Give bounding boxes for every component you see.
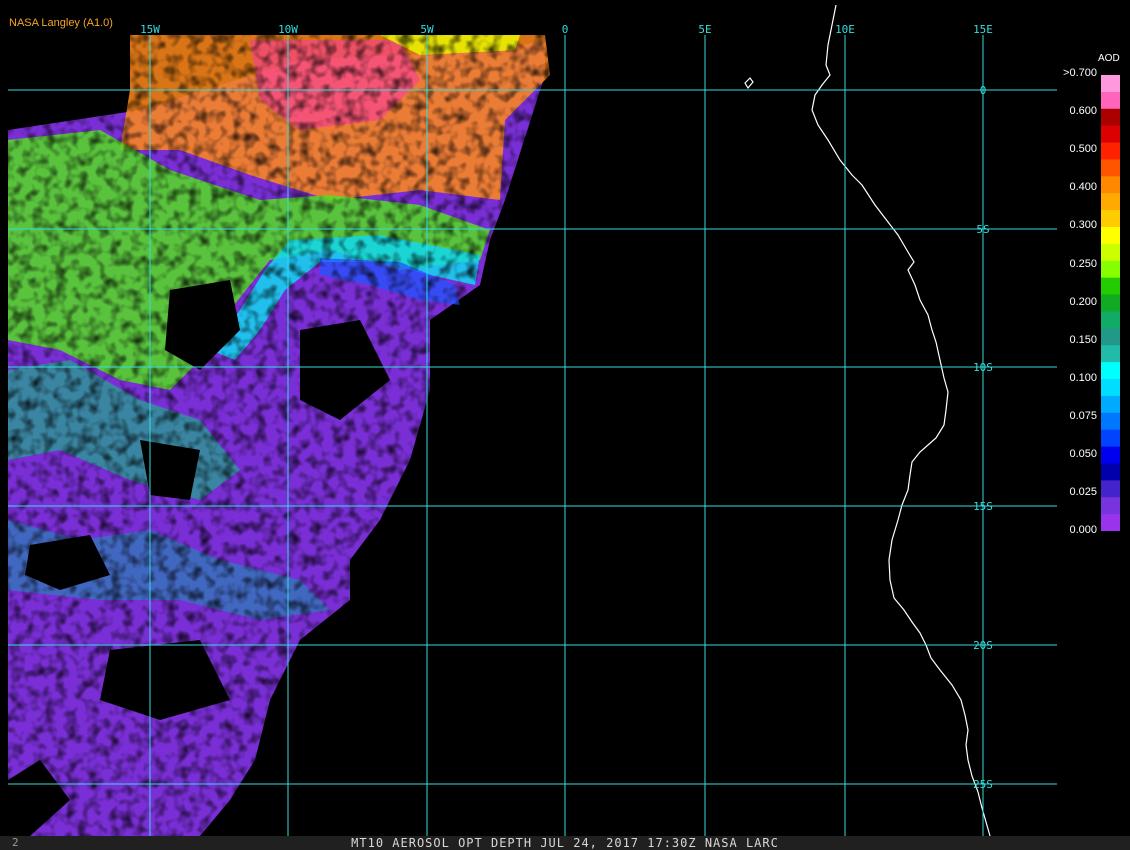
colorbar-swatch [1101,91,1120,110]
colorbar-tick-label: 0.000 [1069,524,1097,537]
lon-label: 5E [698,23,711,36]
lat-label: 0 [980,84,987,97]
footer-bar: 2 MT10 AEROSOL OPT DEPTH JUL 24, 2017 17… [0,836,1130,850]
colorbar-swatch [1101,379,1120,397]
lon-label: 15W [140,23,160,36]
colorbar-tick-label: 0.025 [1069,486,1097,499]
colorbar-tick-label: 0.050 [1069,448,1097,460]
africa-coastline [811,4,991,837]
lat-label: 20S [973,639,993,652]
colorbar-title: AOD [1098,53,1120,64]
lon-label: 10E [835,23,855,36]
colorbar-swatch [1101,294,1120,312]
colorbar-swatch [1101,497,1120,515]
colorbar-swatch [1101,108,1120,127]
colorbar-swatch [1101,446,1120,464]
lat-label: 5S [976,223,989,236]
aod-map: 15W 10W 5W 0 5E 10E 15E 0 5S 10S 15S 20S 25S [0,4,1057,837]
colorbar-swatch [1101,362,1120,380]
colorbar-swatch [1101,159,1120,177]
colorbar-swatch [1101,142,1120,160]
credit-label: NASA Langley (A1.0) [9,17,113,29]
colorbar-tick-label: 0.100 [1069,371,1097,384]
lon-label: 15E [973,23,993,36]
lat-label: 10S [973,361,993,374]
colorbar-tick-label: 0.600 [1069,105,1097,118]
colorbar-tick-label: >0.700 [1063,67,1097,79]
colorbar-swatch [1101,75,1120,93]
colorbar-tick-label: 0.200 [1069,295,1097,308]
lon-label: 10W [278,23,298,36]
aerosol-swath [0,35,555,836]
colorbar-tick-label: 0.500 [1069,143,1097,156]
colorbar-swatch [1101,311,1120,329]
lat-label: 25S [973,778,993,791]
colorbar-swatch [1101,227,1120,245]
colorbar-tick-label: 0.150 [1069,333,1097,346]
colorbar-swatch [1101,193,1120,211]
lat-label: 15S [973,500,993,513]
colorbar-swatch [1101,395,1120,414]
colorbar-tick-label: 0.300 [1069,219,1097,232]
colorbar-swatch [1101,210,1120,228]
colorbar-swatch [1101,429,1120,448]
colorbar-swatch [1101,243,1120,262]
colorbar-tick-label: 0.075 [1069,409,1097,422]
footer-caption: MT10 AEROSOL OPT DEPTH JUL 24, 2017 17:3… [351,836,779,850]
aod-colorbar [1101,75,1120,531]
island [744,77,754,90]
lon-label: 5W [420,23,434,36]
colorbar-swatch [1101,176,1120,194]
colorbar-tick-label: 0.250 [1069,257,1097,270]
lon-label: 0 [562,23,569,36]
colorbar-swatch [1101,480,1120,498]
colorbar-swatch [1101,345,1120,363]
colorbar-swatch [1101,260,1120,279]
colorbar-swatch [1101,125,1120,144]
colorbar-swatch [1101,514,1120,531]
colorbar-swatch [1101,277,1120,296]
colorbar-swatch [1101,412,1120,431]
colorbar-tick-label: 0.400 [1069,181,1097,194]
colorbar-swatch [1101,328,1120,346]
colorbar-swatch [1101,463,1120,481]
speckle-texture [0,35,555,836]
